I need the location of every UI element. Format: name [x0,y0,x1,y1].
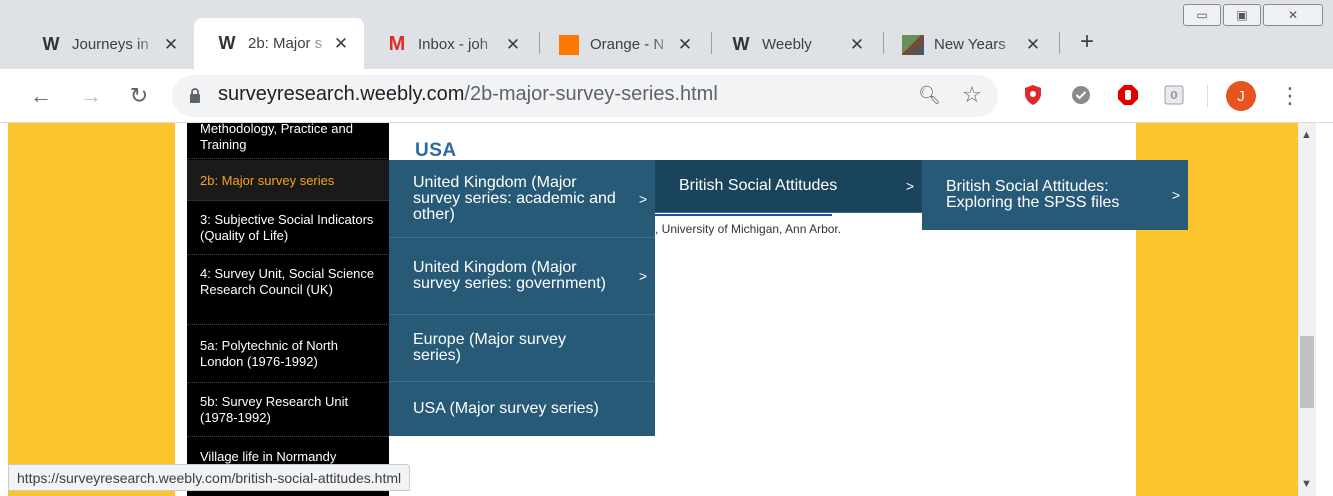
scrollbar-thumb[interactable] [1300,336,1314,408]
sidebar-item-major-survey-series[interactable]: 2b: Major survey series [187,160,389,201]
menu-item-label: United Kingdom (Major survey series: gov… [413,259,606,292]
browser-toolbar: ← → ↻ surveyresearch.weebly.com/2b-major… [0,69,1333,123]
chevron-right-icon: > [905,178,914,194]
sidebar-item-label: 5b: Survey Research Unit (1978-1992) [200,394,349,425]
sidebar-item-label: 4: Survey Unit, Social Science Research … [200,266,375,297]
menu-item-label: British Social Attitudes: Exploring the … [946,178,1120,211]
tab-label: Orange - N [590,36,665,53]
orange-icon [558,34,580,56]
address-bar[interactable]: surveyresearch.weebly.com/2b-major-surve… [172,75,998,117]
menu-item-usa[interactable]: USA (Major survey series) [389,382,655,436]
zoom-icon[interactable]: 🔍︎ [918,85,941,106]
tab-journeys[interactable]: W Journeys in ✕ [18,20,194,69]
left-gutter [8,123,175,496]
menu-item-label: British Social Attitudes [679,177,838,194]
sidebar-item-survey-unit[interactable]: 4: Survey Unit, Social Science Research … [187,257,389,325]
section-heading: USA [415,140,457,161]
close-icon[interactable]: ✕ [504,35,522,55]
sidebar-item-label: 5a: Polytechnic of North London (1976-19… [200,338,339,369]
body-text: , University of Michigan, Ann Arbor. [655,222,842,236]
sidebar-item-label: 2b: Major survey series [200,173,335,188]
weebly-icon: W [732,34,750,54]
toolbar-separator [1207,85,1208,107]
status-url-bubble: https://surveyresearch.weebly.com/britis… [8,464,411,491]
menu-item-label: Europe (Major survey series) [413,331,566,364]
menu-item-british-social-attitudes[interactable]: British Social Attitudes > [655,160,922,213]
extension-puzzle-icon[interactable]: 0 [1162,83,1186,107]
lock-icon [190,88,200,103]
menu-item-europe[interactable]: Europe (Major survey series) [389,315,655,382]
sidebar-item-methodology[interactable]: Methodology, Practice and Training [187,123,389,159]
url-domain: surveyresearch.weebly.com [218,83,465,105]
tab-major-survey[interactable]: W 2b: Major s ✕ [194,18,364,69]
minimize-icon[interactable]: ▭ [1183,4,1221,26]
menu-kebab-icon[interactable]: ⋮ [1279,81,1301,111]
back-icon[interactable]: ← [26,81,56,111]
new-tab-icon[interactable]: + [1073,28,1101,56]
scroll-up-icon[interactable]: ▲ [1301,129,1312,141]
scroll-down-icon[interactable]: ▼ [1301,478,1312,490]
link-underline[interactable] [655,214,832,216]
close-icon[interactable]: ✕ [676,35,694,55]
menu-item-exploring-spss[interactable]: British Social Attitudes: Exploring the … [922,160,1188,230]
sidebar-item-subjective-social-indicators[interactable]: 3: Subjective Social Indicators (Quality… [187,203,389,255]
tab-orange[interactable]: Orange - N ✕ [536,20,708,69]
chevron-right-icon: > [1171,187,1180,203]
close-window-icon[interactable]: ✕ [1263,4,1323,26]
dropdown-menu-level-1: United Kingdom (Major survey series: aca… [389,160,655,436]
maximize-icon[interactable]: ▣ [1223,4,1261,26]
svg-text:0: 0 [1170,89,1178,102]
dropdown-menu-level-3: British Social Attitudes: Exploring the … [922,160,1188,230]
page-viewport: Methodology, Practice and Training 2b: M… [0,123,1316,496]
tab-inbox[interactable]: M Inbox - joh ✕ [364,20,536,69]
tab-label: New Years [934,36,1006,53]
tab-new-years[interactable]: New Years ✕ [880,20,1056,69]
chevron-right-icon: > [638,190,647,207]
site-sidebar-nav: Methodology, Practice and Training 2b: M… [187,123,389,496]
sidebar-item-label: 3: Subjective Social Indicators (Quality… [200,212,374,243]
menu-item-label: USA (Major survey series) [413,400,599,417]
stop-hand-icon[interactable] [1116,83,1140,107]
profile-avatar[interactable]: J [1226,81,1256,111]
tab-weebly[interactable]: W Weebly ✕ [708,20,880,69]
close-icon[interactable]: ✕ [162,35,180,55]
menu-item-label: United Kingdom (Major survey series: aca… [413,173,616,223]
shield-icon[interactable] [1021,83,1045,107]
tab-strip: W Journeys in ✕ W 2b: Major s ✕ M Inbox … [0,0,1333,69]
sidebar-item-label: Village life in Normandy [200,449,337,464]
url-text: surveyresearch.weebly.com/2b-major-surve… [218,83,718,106]
gmail-icon: M [388,33,406,55]
sidebar-item-label: Methodology, Practice and Training [200,123,353,152]
chevron-right-icon: > [638,268,647,284]
close-icon[interactable]: ✕ [1024,35,1042,55]
vertical-scrollbar[interactable]: ▲ ▼ [1298,123,1316,496]
sidebar-item-survey-research-unit[interactable]: 5b: Survey Research Unit (1978-1992) [187,385,389,437]
tab-label: Journeys in [72,36,149,53]
menu-item-uk-government[interactable]: United Kingdom (Major survey series: gov… [389,238,655,315]
weebly-icon: W [218,33,236,53]
reload-icon[interactable]: ↻ [124,81,154,111]
tab-label: 2b: Major s [248,35,323,52]
tab-label: Weebly [762,36,812,53]
close-icon[interactable]: ✕ [848,35,866,55]
menu-item-uk-academic[interactable]: United Kingdom (Major survey series: aca… [389,160,655,238]
window-controls: ▭ ▣ ✕ [1183,4,1325,26]
dropdown-menu-level-2: British Social Attitudes > [655,160,922,213]
tab-label: Inbox - joh [418,36,489,53]
url-path: /2b-major-survey-series.html [464,83,718,105]
weebly-icon: W [42,34,60,54]
forward-icon[interactable]: → [76,81,106,111]
image-icon [902,34,924,56]
close-icon[interactable]: ✕ [332,34,350,54]
check-circle-icon[interactable] [1069,83,1093,107]
sidebar-item-polytechnic[interactable]: 5a: Polytechnic of North London (1976-19… [187,327,389,383]
tab-separator [1059,32,1060,54]
window-edge [1316,123,1333,496]
star-icon[interactable]: ☆ [962,82,982,108]
